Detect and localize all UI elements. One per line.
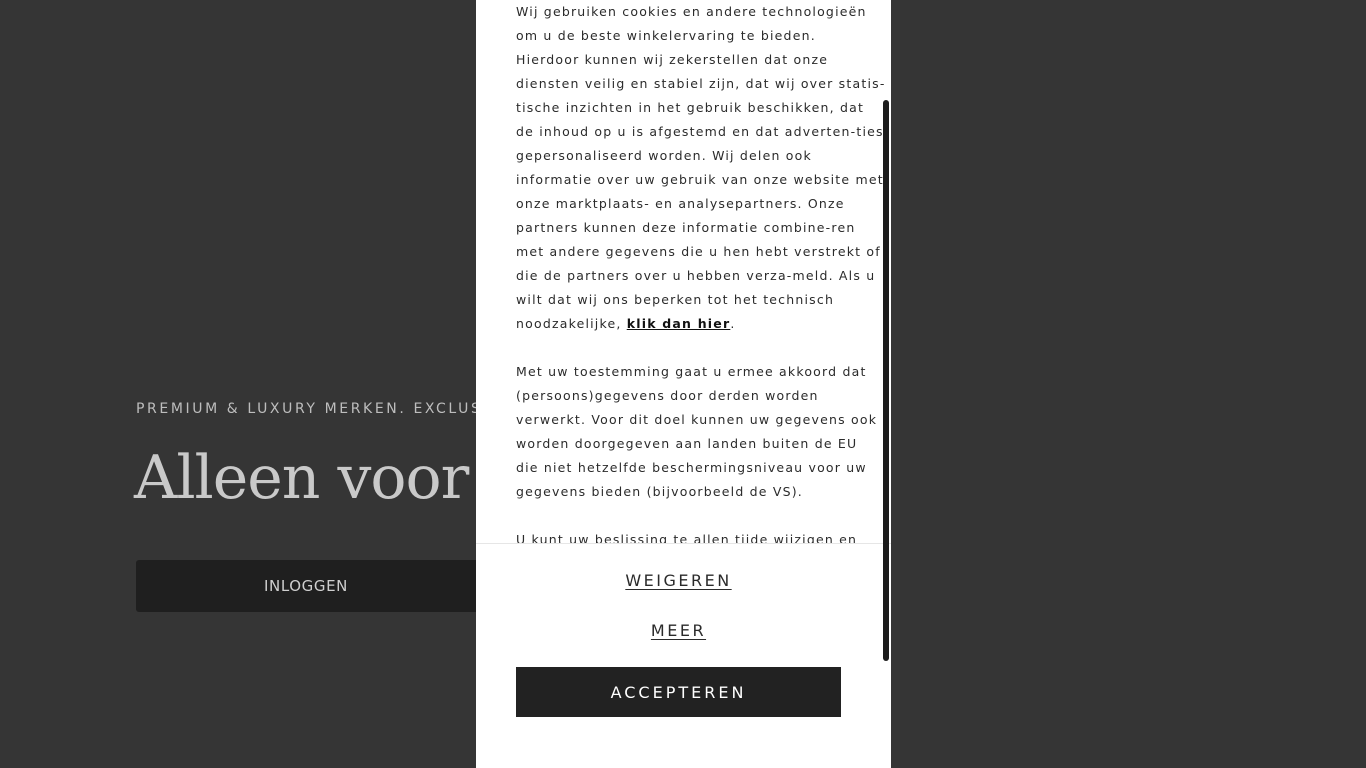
page: PREMIUM & LUXURY MERKEN. EXCLUSIEV Allee… [0, 0, 1366, 768]
cookie-text-line: gegevens bieden (bijvoorbeeld de VS). [516, 484, 803, 499]
cookie-text-line: U kunt uw beslissing te allen tijde wijz… [516, 532, 858, 543]
cookie-paragraph-3: U kunt uw beslissing te allen tijde wijz… [516, 528, 858, 543]
cookie-text-suffix: . [730, 316, 736, 331]
refuse-button[interactable]: WEIGEREN [516, 568, 841, 592]
hero-eyebrow: PREMIUM & LUXURY MERKEN. EXCLUSIEV [136, 401, 513, 417]
cookie-text-line: Hierdoor kunnen wij zekerstellen dat onz… [516, 52, 829, 67]
click-here-link[interactable]: klik dan hier [627, 316, 731, 331]
scrollbar-thumb[interactable] [883, 100, 889, 661]
cookie-text-line: tische inzichten in het gebruik beschikk… [516, 100, 865, 115]
accept-button[interactable]: ACCEPTEREN [516, 667, 841, 717]
cookie-text-prefix: noodzakelijke, [516, 316, 627, 331]
cookie-text-line: partners kunnen deze informatie combine-… [516, 220, 856, 235]
modal-divider [476, 543, 891, 544]
cookie-text-line: diensten veilig en stabiel zijn, dat wij… [516, 76, 886, 91]
cookie-paragraph-1: Wij gebruiken cookies en andere technolo… [516, 0, 886, 336]
login-button[interactable]: INLOGGEN [136, 560, 476, 612]
cookie-text-line: worden doorgegeven aan landen buiten de … [516, 436, 858, 451]
cookie-text-line: informatie over uw gebruik van onze webs… [516, 172, 884, 187]
cookie-text-line: Wij gebruiken cookies en andere technolo… [516, 4, 867, 19]
more-button[interactable]: MEER [516, 618, 841, 642]
cookie-text-line: onze marktplaats- en analysepartners. On… [516, 196, 845, 211]
cookie-text-line: die de partners over u hebben verza-meld… [516, 268, 876, 283]
cookie-text-line: verwerkt. Voor dit doel kunnen uw gegeve… [516, 412, 878, 427]
cookie-paragraph-2: Met uw toestemming gaat u ermee akkoord … [516, 360, 878, 504]
cookie-text-line: wilt dat wij ons beperken tot het techni… [516, 292, 835, 307]
cookie-consent-body[interactable]: Wij gebruiken cookies en andere technolo… [476, 0, 891, 543]
cookie-text-line: (persoons)gegevens door derden worden [516, 388, 819, 403]
cookie-text-line: de inhoud op u is afgestemd en dat adver… [516, 124, 884, 139]
cookie-text-line: om u de beste winkelervaring te bieden. [516, 28, 816, 43]
cookie-text-line: met andere gegevens die u hen hebt verst… [516, 244, 881, 259]
cookie-consent-modal: Wij gebruiken cookies en andere technolo… [476, 0, 891, 768]
cookie-consent-text: Wij gebruiken cookies en andere technolo… [516, 0, 886, 543]
cookie-text-line: Met uw toestemming gaat u ermee akkoord … [516, 364, 867, 379]
cookie-text-line: gepersonaliseerd worden. Wij delen ook [516, 148, 812, 163]
cookie-text-line-with-link: noodzakelijke, klik dan hier. [516, 312, 841, 336]
cookie-text-line: die niet hetzelfde beschermingsniveau vo… [516, 460, 867, 475]
